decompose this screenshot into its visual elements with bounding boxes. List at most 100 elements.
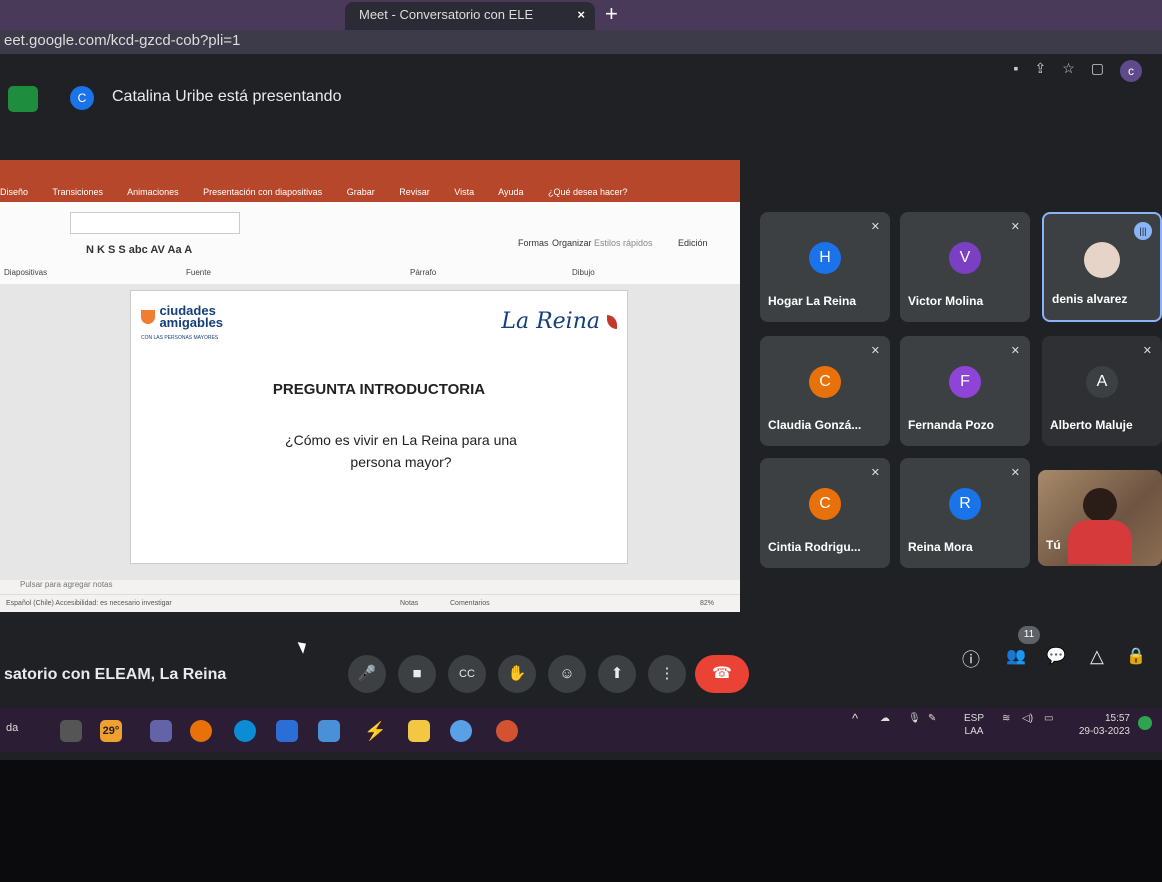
meeting-info-icon[interactable]: ⓘ	[962, 646, 980, 672]
menu-search[interactable]: ¿Qué desea hacer?	[548, 187, 628, 197]
weather-icon[interactable]: 29°	[100, 720, 122, 742]
slide-title: PREGUNTA INTRODUCTORIA	[272, 381, 486, 398]
font-format-buttons[interactable]: N K S S abc AV Aa A	[86, 244, 192, 256]
bookmark-star-icon[interactable]: ☆	[1062, 60, 1075, 82]
windows-taskbar	[0, 708, 1162, 752]
person-head	[1083, 488, 1117, 522]
people-icon[interactable]: 👥	[1006, 646, 1026, 666]
slide-canvas[interactable]: ciudades amigables CON LAS PERSONAS MAYO…	[130, 290, 628, 564]
store-icon[interactable]	[318, 720, 340, 742]
pen-icon[interactable]: ✎	[928, 712, 936, 725]
profile-avatar-icon[interactable]: c	[1120, 60, 1142, 82]
participant-tile[interactable]: ✕ C Claudia Gonzá...	[760, 336, 890, 446]
microphone-button[interactable]: 🎤	[348, 655, 386, 693]
menu-diseno[interactable]: Diseño	[0, 187, 28, 197]
participant-tile-active-speaker[interactable]: ||| denis alvarez	[1042, 212, 1162, 322]
share-icon[interactable]: ⇪	[1034, 60, 1046, 82]
menu-revisar[interactable]: Revisar	[399, 187, 430, 197]
menu-vista[interactable]: Vista	[454, 187, 474, 197]
app-icon[interactable]	[276, 720, 298, 742]
window-icon[interactable]: ▢	[1091, 60, 1104, 82]
avatar: V	[949, 242, 981, 274]
menu-animaciones[interactable]: Animaciones	[127, 187, 179, 197]
activities-icon[interactable]: △	[1090, 646, 1104, 667]
opera-icon[interactable]	[190, 720, 212, 742]
camera-indicator-icon[interactable]: ▪	[1014, 60, 1019, 82]
ppt-status-bar: Español (Chile) Accesibilidad: es necesa…	[0, 594, 740, 612]
tab-close-icon[interactable]: ×	[577, 2, 585, 28]
profile-photo-avatar	[1084, 242, 1120, 278]
mic-muted-icon: ✕	[870, 345, 880, 357]
teams-icon[interactable]	[150, 720, 172, 742]
browser-tab-meet[interactable]: Meet - Conversatorio con ELE ×	[345, 2, 595, 30]
tab-title: Meet - Conversatorio con ELE	[359, 7, 534, 22]
participant-name: Hogar La Reina	[768, 294, 857, 308]
present-screen-button[interactable]: ⬆	[598, 655, 636, 693]
new-tab-button[interactable]: +	[605, 0, 618, 28]
layout-code: LAA	[964, 726, 984, 737]
participant-tile[interactable]: ✕ C Cintia Rodrigu...	[760, 458, 890, 568]
host-controls-lock-icon[interactable]: 🔒	[1126, 646, 1146, 666]
participant-name: denis alvarez	[1052, 292, 1128, 306]
presenting-banner: Catalina Uribe está presentando	[112, 88, 342, 105]
captions-button[interactable]: CC	[448, 655, 486, 693]
volume-icon[interactable]: ◁)	[1022, 712, 1033, 725]
self-view-tile[interactable]: Tú	[1038, 470, 1162, 566]
participant-tile[interactable]: ✕ A Alberto Maluje	[1042, 336, 1162, 446]
mic-muted-icon: ✕	[1010, 221, 1020, 233]
participant-name: Cintia Rodrigu...	[768, 540, 861, 554]
notes-button[interactable]: Notas	[400, 595, 418, 612]
task-view-icon[interactable]	[60, 720, 82, 742]
notes-placeholder[interactable]: Pulsar para agregar notas	[0, 580, 740, 594]
raise-hand-button[interactable]: ✋	[498, 655, 536, 693]
clock[interactable]: 15:57 29-03-2023	[1070, 712, 1130, 738]
ribbon-group-slides: Diapositivas	[4, 268, 48, 277]
participant-name: Victor Molina	[908, 294, 984, 308]
editing-button[interactable]: Edición	[678, 238, 708, 248]
wifi-icon[interactable]: ≋	[1002, 712, 1010, 725]
question-line-1: ¿Cómo es vivir en La Reina para una	[285, 432, 517, 448]
menu-transiciones[interactable]: Transiciones	[52, 187, 103, 197]
comments-button[interactable]: Comentarios	[450, 595, 490, 612]
arrange-button[interactable]: Organizar	[552, 238, 592, 248]
participant-tile[interactable]: ✕ F Fernanda Pozo	[900, 336, 1030, 446]
leaf-icon	[607, 315, 617, 329]
edge-icon[interactable]	[234, 720, 256, 742]
participant-tile[interactable]: ✕ R Reina Mora	[900, 458, 1030, 568]
monitor-screen: Meet - Conversatorio con ELE × + eet.goo…	[0, 0, 1162, 760]
zoom-level[interactable]: 82%	[700, 595, 714, 612]
logo-subtitle: CON LAS PERSONAS MAYORES	[141, 335, 219, 341]
mic-muted-icon: ✕	[1142, 345, 1152, 357]
font-name-box[interactable]	[70, 212, 240, 234]
camera-button[interactable]: ■	[398, 655, 436, 693]
battery-icon[interactable]: ▭	[1044, 712, 1053, 725]
more-options-button[interactable]: ⋮	[648, 655, 686, 693]
chat-icon[interactable]: 💬	[1046, 646, 1066, 666]
participant-tile[interactable]: ✕ H Hogar La Reina	[760, 212, 890, 322]
shapes-button[interactable]: Formas	[518, 238, 549, 248]
reactions-button[interactable]: ☺	[548, 655, 586, 693]
hang-up-button[interactable]: ☎	[695, 655, 749, 693]
url-text[interactable]: eet.google.com/kcd-gzcd-cob?pli=1	[4, 32, 240, 49]
chrome-icon[interactable]	[450, 720, 472, 742]
menu-presentacion[interactable]: Presentación con diapositivas	[203, 187, 322, 197]
lightning-app-icon[interactable]: ⚡	[364, 720, 386, 742]
notification-icon[interactable]	[1138, 716, 1152, 730]
participant-tile[interactable]: ✕ V Victor Molina	[900, 212, 1030, 322]
taskbar-search-label[interactable]: da	[6, 722, 18, 734]
powerpoint-icon[interactable]	[496, 720, 518, 742]
menu-ayuda[interactable]: Ayuda	[498, 187, 523, 197]
language-indicator[interactable]: ESP LAA	[964, 712, 984, 738]
tray-overflow-icon[interactable]: ^	[852, 712, 858, 725]
tray-mic-icon[interactable]: 🎙	[908, 712, 921, 725]
file-explorer-icon[interactable]	[408, 720, 430, 742]
menu-grabar[interactable]: Grabar	[347, 187, 375, 197]
ribbon-group-paragraph: Párrafo	[410, 268, 437, 277]
presenter-avatar: C	[70, 86, 94, 110]
meeting-title: satorio con ELEAM, La Reina	[4, 666, 227, 683]
participant-count-badge: 11	[1018, 626, 1040, 644]
quick-styles-button[interactable]: Estilos rápidos	[594, 238, 653, 248]
avatar: A	[1086, 366, 1118, 398]
mic-muted-icon: ✕	[1010, 345, 1020, 357]
cloud-icon[interactable]: ☁	[880, 712, 890, 725]
